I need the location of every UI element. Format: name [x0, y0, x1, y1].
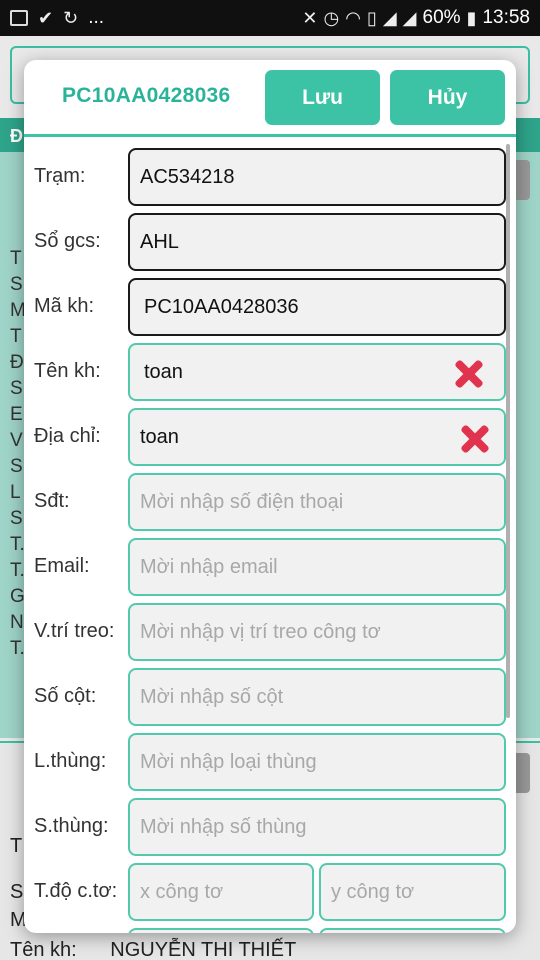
- background-label: T: [10, 835, 23, 857]
- box-number-placeholder: Mời nhập số thùng: [140, 815, 307, 838]
- meter-position-placeholder: Mời nhập vị trí treo công tơ: [140, 620, 381, 643]
- address-input[interactable]: toan: [128, 408, 506, 466]
- station-value: AC534218: [140, 165, 235, 188]
- pole-number-placeholder: Mời nhập số cột: [140, 685, 284, 708]
- email-placeholder: Mời nhập email: [140, 555, 278, 578]
- clear-name-icon[interactable]: [450, 355, 486, 391]
- address-value: toan: [140, 425, 179, 448]
- sim1-icon: ▯: [366, 7, 377, 28]
- mute-icon: ✕: [302, 7, 318, 28]
- phone-placeholder: Mời nhập số điện thoại: [140, 490, 344, 513]
- customer-name-value: toan: [144, 360, 183, 383]
- meter-x-placeholder: x công tơ: [140, 880, 224, 903]
- box-number-input[interactable]: Mời nhập số thùng: [128, 798, 506, 856]
- sync-icon: ↻: [63, 7, 79, 28]
- customer-code-label: Mã kh:: [34, 295, 95, 317]
- form-row-station: Trạm: AC534218: [24, 148, 508, 208]
- customer-code-value: PC10AA0428036: [144, 295, 299, 318]
- form-row-box-type: L.thùng: Mời nhập loại thùng: [24, 733, 508, 793]
- form-row-address: Địa chỉ: toan: [24, 408, 508, 468]
- notification-overflow: ...: [88, 7, 105, 28]
- box-type-input[interactable]: Mời nhập loại thùng: [128, 733, 506, 791]
- signal-icon: ◢: [382, 7, 397, 28]
- form-row-meter-coordinates: T.độ c.tơ: x công tơ y công tơ: [24, 863, 508, 923]
- meter-coordinates-label: T.độ c.tơ:: [34, 880, 118, 902]
- address-label: Địa chỉ:: [34, 425, 101, 447]
- box-number-label: S.thùng:: [34, 815, 109, 837]
- meter-y-input[interactable]: y công tơ: [319, 863, 506, 921]
- meter-position-input[interactable]: Mời nhập vị trí treo công tơ: [128, 603, 506, 661]
- meter-x-input[interactable]: x công tơ: [128, 863, 314, 921]
- clear-address-icon[interactable]: [456, 420, 492, 456]
- next-left-input[interactable]: [128, 928, 314, 933]
- station-label: Trạm:: [34, 165, 86, 187]
- background-customer-row: Tên kh: NGUYỄN THI THIẾT: [10, 939, 296, 960]
- cancel-button[interactable]: Hủy: [390, 70, 505, 125]
- clock: 13:58: [482, 7, 530, 28]
- email-input[interactable]: Mời nhập email: [128, 538, 506, 596]
- box-type-placeholder: Mời nhập loại thùng: [140, 750, 317, 773]
- wifi-icon: ◠: [345, 7, 361, 28]
- alarm-icon: ◷: [323, 7, 340, 28]
- form-row-next: [24, 928, 508, 933]
- background-customer-label: Tên kh:: [10, 939, 77, 960]
- form-row-customer-code: Mã kh: PC10AA0428036: [24, 278, 508, 338]
- book-field: AHL: [128, 213, 506, 271]
- form-row-customer-name: Tên kh: toan: [24, 343, 508, 403]
- box-type-label: L.thùng:: [34, 750, 107, 772]
- meter-position-label: V.trí treo:: [34, 620, 115, 642]
- phone-label: Sđt:: [34, 490, 70, 512]
- form-row-phone: Sđt: Mời nhập số điện thoại: [24, 473, 508, 533]
- next-right-input[interactable]: [319, 928, 506, 933]
- customer-name-input[interactable]: toan: [128, 343, 506, 401]
- form-row-meter-position: V.trí treo: Mời nhập vị trí treo công tơ: [24, 603, 508, 663]
- customer-code-field: PC10AA0428036: [128, 278, 506, 336]
- save-button[interactable]: Lưu: [265, 70, 380, 125]
- background-label: S: [10, 881, 24, 903]
- check-flag-icon: ✔: [38, 7, 54, 28]
- book-label: Sổ gcs:: [34, 230, 101, 252]
- dialog-scrollbar[interactable]: [506, 144, 510, 718]
- customer-edit-dialog: PC10AA0428036 Lưu Hủy Trạm: AC534218 Sổ …: [24, 60, 516, 933]
- status-bar: ✔ ↻ ... ✕ ◷ ◠ ▯ ◢ ◢ 60% ▮ 13:58: [0, 0, 540, 36]
- form-row-book: Sổ gcs: AHL: [24, 213, 508, 273]
- meter-y-placeholder: y công tơ: [331, 880, 415, 903]
- pole-number-label: Số cột:: [34, 685, 97, 707]
- customer-name-label: Tên kh:: [34, 360, 101, 382]
- battery-percent: 60%: [422, 7, 461, 28]
- pole-number-input[interactable]: Mời nhập số cột: [128, 668, 506, 726]
- form-row-box-number: S.thùng: Mời nhập số thùng: [24, 798, 508, 858]
- background-customer-name: NGUYỄN THI THIẾT: [110, 939, 297, 960]
- header-divider: [24, 134, 516, 137]
- phone-input[interactable]: Mời nhập số điện thoại: [128, 473, 506, 531]
- station-field: AC534218: [128, 148, 506, 206]
- email-label: Email:: [34, 555, 90, 577]
- form-row-email: Email: Mời nhập email: [24, 538, 508, 598]
- signal-icon: ◢: [402, 7, 417, 28]
- dialog-title: PC10AA0428036: [62, 84, 231, 107]
- book-value: AHL: [140, 230, 179, 253]
- image-icon: [10, 10, 28, 26]
- dialog-header: PC10AA0428036 Lưu Hủy: [24, 60, 516, 136]
- battery-icon: ▮: [466, 7, 477, 28]
- form-row-pole-number: Số cột: Mời nhập số cột: [24, 668, 508, 728]
